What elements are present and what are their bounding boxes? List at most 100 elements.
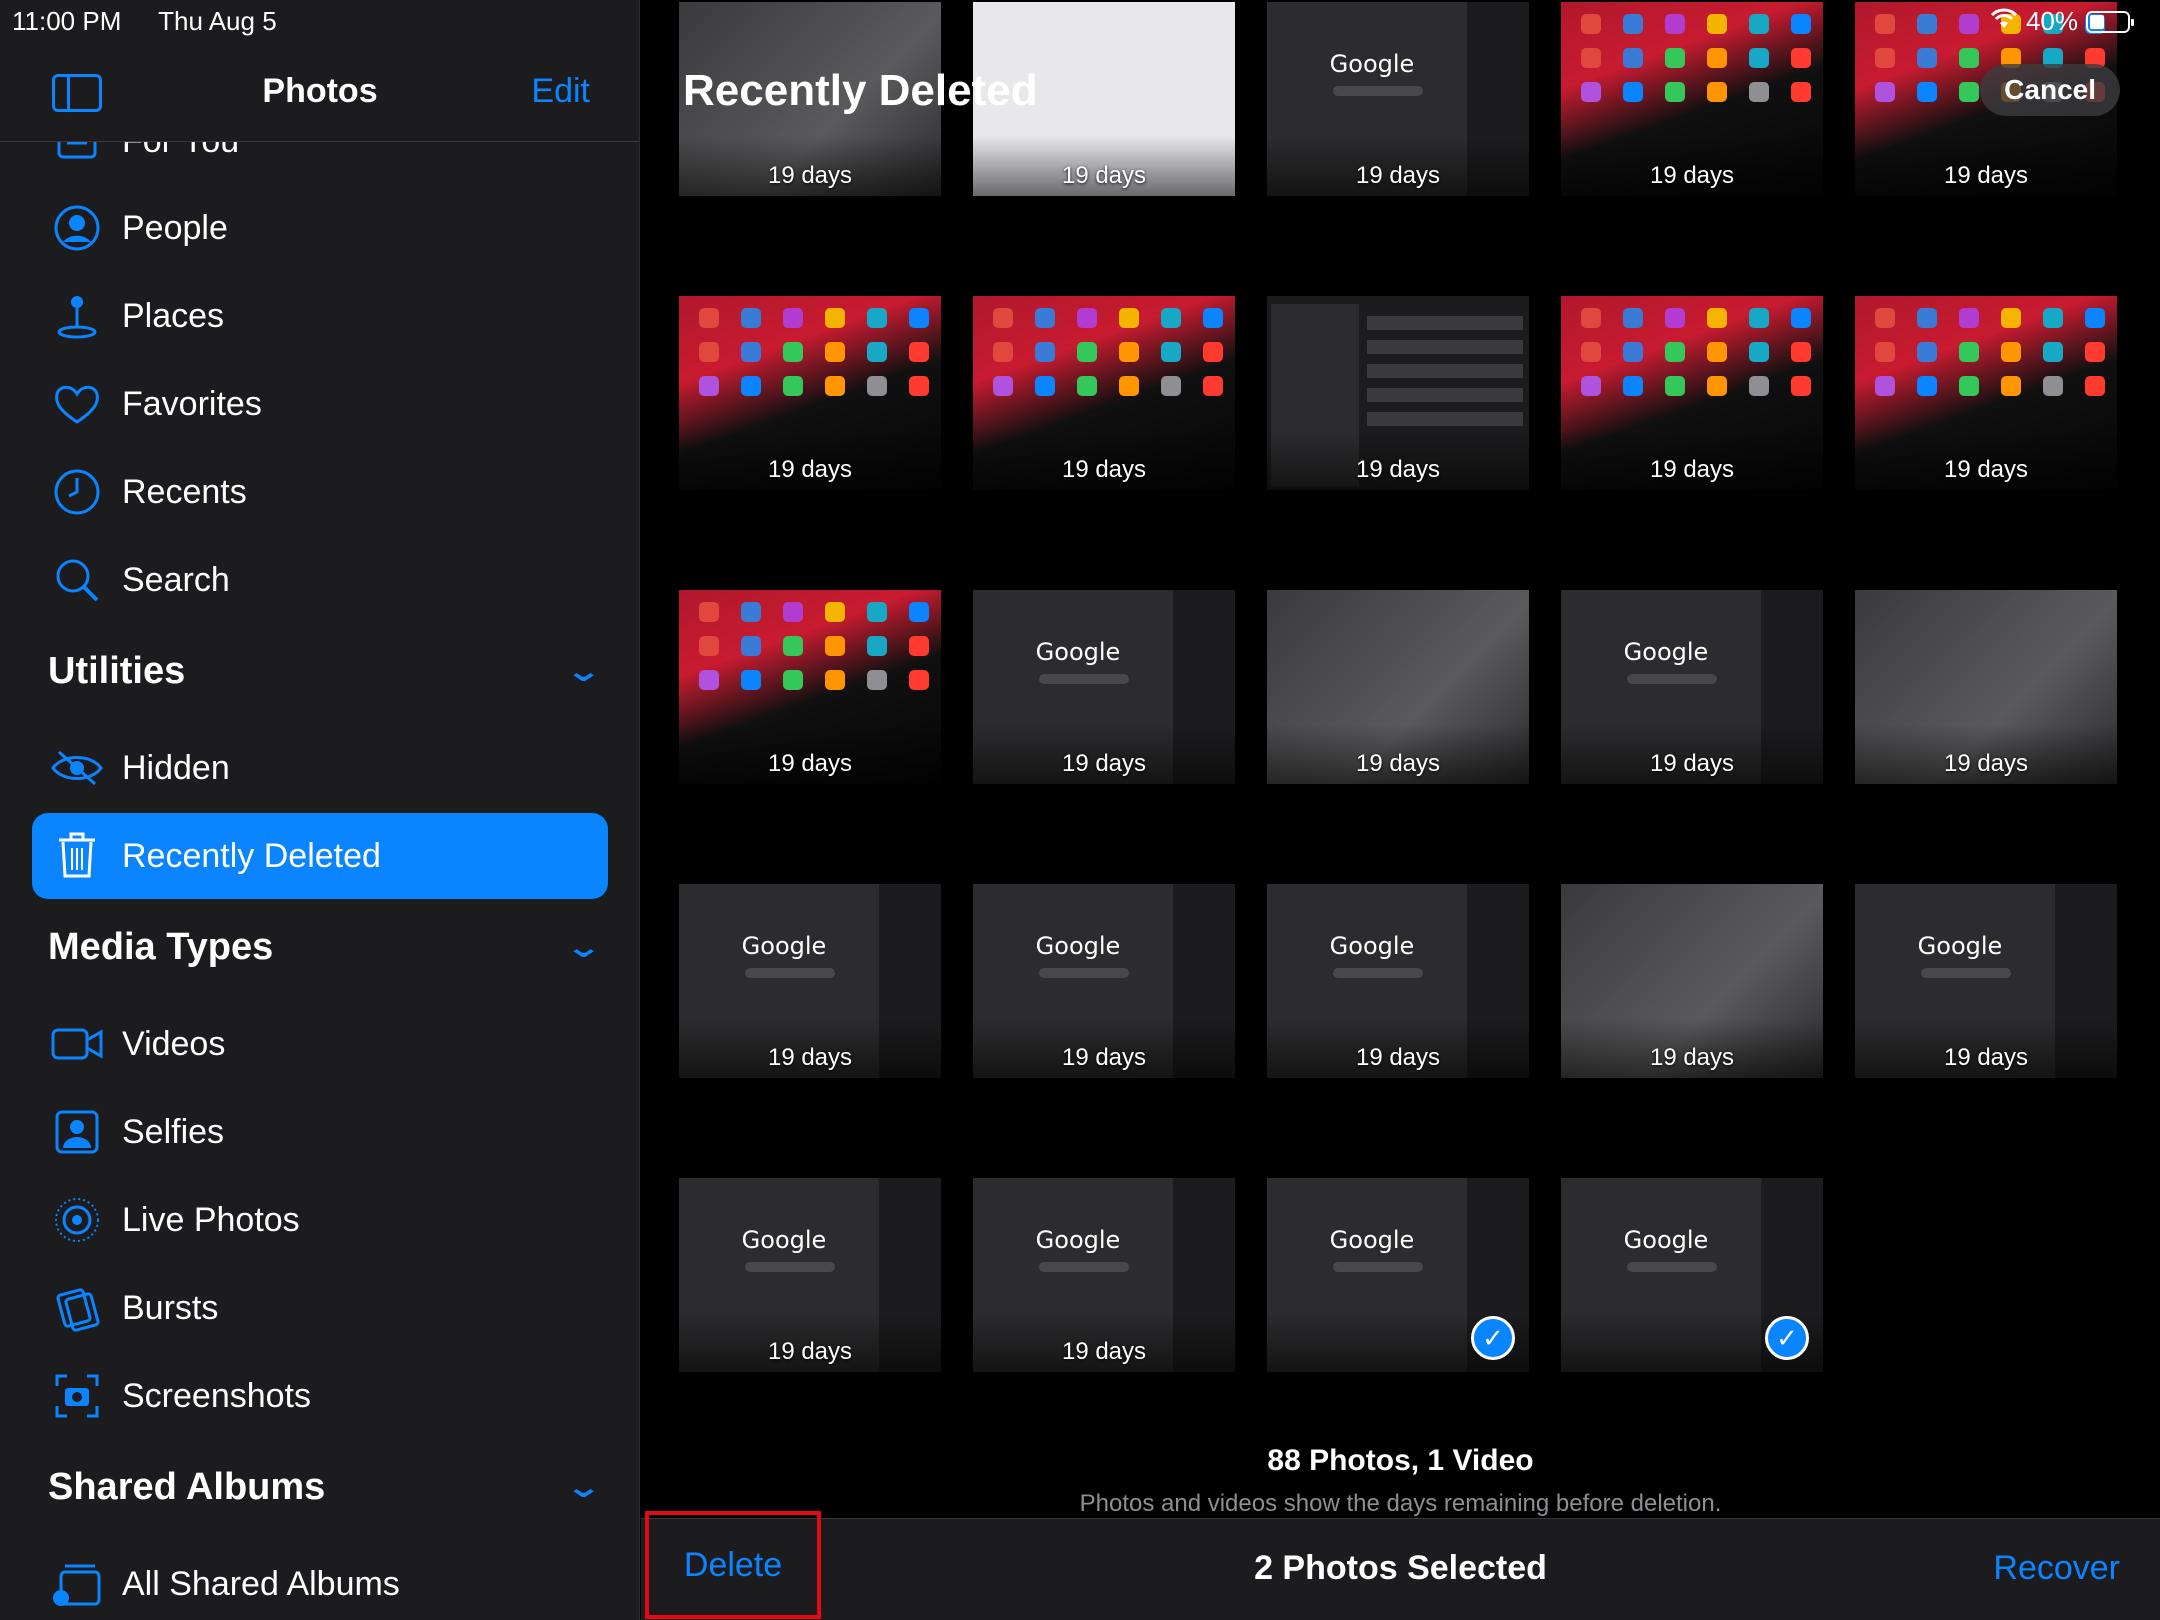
sidebar-item-label: Search [122, 560, 230, 599]
days-remaining-label: 19 days [1061, 750, 1147, 777]
search-bar-preview [1921, 968, 2011, 978]
selection-count: 2 Photos Selected [1254, 1549, 1547, 1587]
search-bar-preview [1627, 674, 1717, 684]
sidebar: Photos Edit For You People Places Favori… [0, 0, 640, 1620]
sidebar-item-label: Places [122, 296, 225, 335]
days-remaining-label: 19 days [1061, 456, 1147, 483]
google-logo: Google [1035, 638, 1121, 666]
days-remaining-label: 19 days [767, 1044, 853, 1071]
days-remaining-label: 19 days [767, 162, 853, 189]
photo-thumbnail[interactable]: Google ✓ [1267, 1178, 1529, 1372]
photo-thumbnail[interactable]: 19 days [679, 590, 941, 784]
status-time: 11:00 PM [12, 6, 122, 36]
search-bar-preview [1039, 1262, 1129, 1272]
sidebar-item-search[interactable]: Search [32, 537, 608, 623]
home-screen-icons [1581, 308, 1813, 396]
photo-thumbnail[interactable]: 19 days [1855, 590, 2117, 784]
sidebar-item-label: People [122, 208, 228, 247]
photo-thumbnail[interactable]: 19 days [1561, 296, 1823, 490]
utilities-section-header[interactable]: Utilities ⌄ [48, 650, 608, 693]
sidebar-item-recents[interactable]: Recents [32, 449, 608, 535]
photo-thumbnail[interactable]: Google 19 days [973, 590, 1235, 784]
heart-icon [32, 382, 122, 426]
status-date: Thu Aug 5 [158, 6, 277, 36]
photo-thumbnail[interactable]: 19 days [1267, 296, 1529, 490]
photo-thumbnail[interactable]: Google 19 days [679, 884, 941, 1078]
search-bar-preview [745, 968, 835, 978]
search-bar-preview [1333, 1262, 1423, 1272]
photo-thumbnail[interactable]: Google ✓ [1561, 1178, 1823, 1372]
search-bar-preview [745, 1262, 835, 1272]
summary-count: 88 Photos, 1 Video [1267, 1444, 1534, 1477]
days-remaining-label: 19 days [1649, 750, 1735, 777]
sidebar-header: Photos Edit [0, 38, 639, 142]
sidebar-item-bursts[interactable]: Bursts [32, 1265, 608, 1351]
sidebar-item-label: Videos [122, 1024, 226, 1063]
google-logo: Google [741, 1226, 827, 1254]
library-summary: 88 Photos, 1 Video Photos and videos sho… [641, 1444, 2160, 1518]
google-logo: Google [1623, 638, 1709, 666]
shared-albums-section-header[interactable]: Shared Albums ⌄ [48, 1466, 608, 1509]
person-circle-icon [32, 204, 122, 252]
battery-level [2090, 14, 2104, 29]
photo-thumbnail[interactable]: 19 days [1561, 2, 1823, 196]
recover-button[interactable]: Recover [1993, 1549, 2120, 1588]
photo-thumbnail[interactable]: Google 19 days [1267, 884, 1529, 1078]
settings-rows-preview [1367, 316, 1523, 436]
sidebar-item-live-photos[interactable]: Live Photos [32, 1177, 608, 1263]
photo-thumbnail[interactable]: Google 19 days [973, 1178, 1235, 1372]
google-logo: Google [1623, 1226, 1709, 1254]
sidebar-item-videos[interactable]: Videos [32, 1001, 608, 1087]
map-pin-icon [32, 292, 122, 340]
section-title: Shared Albums [48, 1466, 326, 1508]
photo-thumbnail[interactable]: 19 days [1267, 590, 1529, 784]
sidebar-item-favorites[interactable]: Favorites [32, 361, 608, 447]
selfie-icon [32, 1110, 122, 1154]
photo-thumbnail[interactable]: Google 19 days [1855, 884, 2117, 1078]
battery-icon [2086, 10, 2134, 33]
days-remaining-label: 19 days [1061, 1044, 1147, 1071]
live-photo-icon [32, 1196, 122, 1244]
section-title: Utilities [48, 650, 186, 692]
photo-thumbnail[interactable]: Google 19 days [1267, 2, 1529, 196]
sidebar-item-recently-deleted[interactable]: Recently Deleted [32, 813, 608, 899]
days-remaining-label: 19 days [767, 750, 853, 777]
photo-thumbnail[interactable]: 19 days [679, 296, 941, 490]
sidebar-item-label: Recently Deleted [122, 836, 381, 875]
sidebar-item-all-shared-albums[interactable]: All Shared Albums [32, 1541, 608, 1620]
sidebar-item-label: Screenshots [122, 1376, 311, 1415]
sidebar-item-screenshots[interactable]: Screenshots [32, 1353, 608, 1439]
photo-thumbnail[interactable]: 19 days [1855, 296, 2117, 490]
media-types-section-header[interactable]: Media Types ⌄ [48, 926, 608, 969]
trash-icon [32, 832, 122, 880]
photo-thumbnail[interactable]: 19 days [973, 296, 1235, 490]
sidebar-item-places[interactable]: Places [32, 273, 608, 359]
chevron-down-icon[interactable]: ⌄ [565, 654, 603, 689]
home-screen-icons [1875, 308, 2107, 396]
sidebar-item-label: All Shared Albums [122, 1564, 400, 1603]
home-screen-icons [699, 308, 931, 396]
sidebar-item-people[interactable]: People [32, 185, 608, 271]
photo-thumbnail[interactable]: Google 19 days [679, 1178, 941, 1372]
selected-check-icon: ✓ [1765, 1316, 1809, 1360]
home-screen-icons [1581, 14, 1813, 102]
edit-button[interactable]: Edit [531, 72, 590, 111]
chevron-down-icon[interactable]: ⌄ [565, 1470, 603, 1505]
days-remaining-label: 19 days [1061, 1338, 1147, 1365]
main-content: 19 days 19 days Google 19 days 19 days 19 day… [641, 0, 2160, 1620]
photo-thumbnail[interactable]: 19 days [1561, 884, 1823, 1078]
cancel-button[interactable]: Cancel [1980, 64, 2120, 116]
days-remaining-label: 19 days [1649, 1044, 1735, 1071]
battery-percent: 40% [2025, 6, 2078, 36]
photo-thumbnail[interactable]: Google 19 days [1561, 590, 1823, 784]
selected-check-icon: ✓ [1471, 1316, 1515, 1360]
google-logo: Google [1329, 50, 1415, 78]
sidebar-item-selfies[interactable]: Selfies [32, 1089, 608, 1175]
google-logo: Google [1035, 1226, 1121, 1254]
home-screen-icons [993, 308, 1225, 396]
chevron-down-icon[interactable]: ⌄ [565, 930, 603, 965]
sidebar-item-hidden[interactable]: Hidden [32, 725, 608, 811]
clock-icon [32, 468, 122, 516]
wifi-icon [1990, 6, 2018, 37]
photo-thumbnail[interactable]: Google 19 days [973, 884, 1235, 1078]
